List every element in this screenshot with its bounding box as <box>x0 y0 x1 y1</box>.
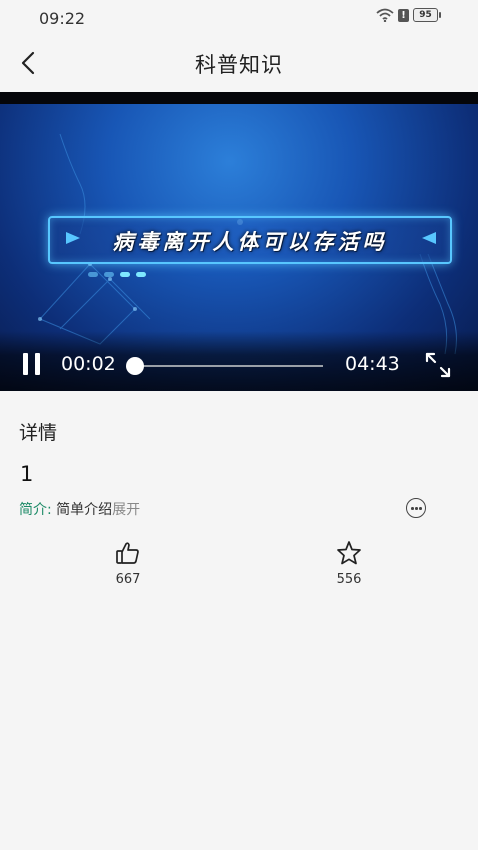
pause-button[interactable] <box>20 353 46 377</box>
intro-text: 简单介绍 <box>56 502 113 518</box>
banner-dot <box>120 272 130 277</box>
pause-icon-bar <box>23 353 28 375</box>
status-time: 09:22 <box>39 9 86 28</box>
video-controls: 00:02 04:43 <box>0 331 478 391</box>
video-banner: 病毒离开人体可以存活吗 <box>48 216 452 264</box>
video-banner-text: 病毒离开人体可以存活吗 <box>112 229 388 254</box>
video-title: 1 <box>20 462 34 486</box>
progress-thumb[interactable] <box>126 357 145 375</box>
banner-dot <box>104 272 114 277</box>
nav-bar: 科普知识 <box>0 34 478 92</box>
details-header: 详情 <box>19 422 58 444</box>
banner-dot <box>136 272 146 277</box>
banner-arrow-right-icon <box>422 232 436 244</box>
fullscreen-button[interactable] <box>422 349 454 381</box>
fullscreen-icon <box>425 352 451 378</box>
status-bar: 09:22 ! 95 <box>0 0 478 34</box>
more-dot <box>419 507 422 510</box>
expand-link[interactable]: 展开 <box>112 502 140 518</box>
intro-label: 简介: <box>19 502 52 518</box>
battery-icon: 95 <box>413 8 441 22</box>
favorite-button[interactable]: 556 <box>319 540 379 587</box>
favorite-count: 556 <box>336 572 362 587</box>
alert-icon: ! <box>398 8 409 22</box>
banner-dots <box>88 272 146 277</box>
pause-icon-bar <box>35 353 40 375</box>
banner-dot <box>88 272 98 277</box>
more-dot <box>415 507 418 510</box>
wifi-icon <box>376 8 394 22</box>
more-options-button[interactable] <box>406 498 426 518</box>
current-time: 00:02 <box>61 353 116 375</box>
page-title: 科普知识 <box>195 53 283 77</box>
status-icons: ! 95 <box>376 8 441 22</box>
star-icon <box>337 541 361 565</box>
video-player[interactable]: 病毒离开人体可以存活吗 00:02 04:43 <box>0 92 478 391</box>
thumbs-up-icon <box>116 542 139 564</box>
like-button[interactable]: 667 <box>98 540 158 587</box>
more-dot <box>411 507 414 510</box>
intro-row: 简介: 简单介绍展开 <box>19 499 140 519</box>
like-count: 667 <box>115 572 141 587</box>
total-time: 04:43 <box>345 353 400 375</box>
progress-bar[interactable] <box>126 357 323 375</box>
